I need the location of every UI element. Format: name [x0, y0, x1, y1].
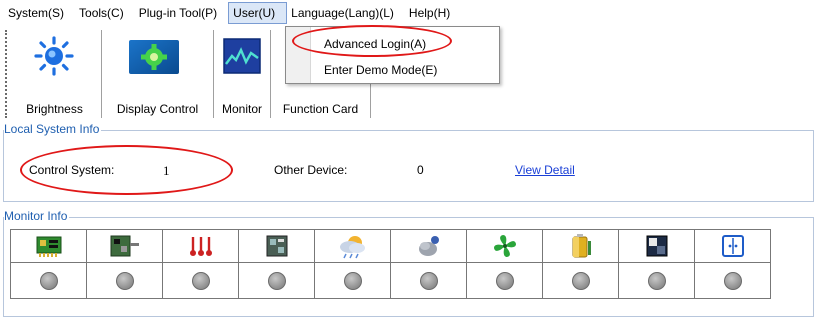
- control-system-label: Control System:: [29, 163, 115, 177]
- menu-user[interactable]: User(U): [228, 2, 288, 24]
- module-icon: [266, 235, 287, 257]
- menu-system[interactable]: System(S): [4, 2, 75, 24]
- toolbar-display-control-label: Display Control: [116, 102, 199, 116]
- monitor-cell-smoke[interactable]: [391, 230, 467, 263]
- status-indicator: [419, 271, 438, 290]
- status-cell: [619, 263, 695, 299]
- menu-language[interactable]: Language(Lang)(L): [287, 2, 405, 24]
- monitor-cell-sending-card[interactable]: [87, 230, 163, 263]
- toolbar-monitor-button[interactable]: Monitor: [214, 30, 271, 118]
- toolbar-function-card-label: Function Card: [282, 102, 359, 116]
- monitor-cell-module[interactable]: [239, 230, 315, 263]
- monitor-wave-icon: [223, 38, 261, 74]
- status-indicator: [343, 271, 362, 290]
- status-cell: [315, 263, 391, 299]
- control-system-value: 1: [163, 163, 170, 178]
- toolbar-display-control-button[interactable]: Display Control: [102, 30, 214, 118]
- status-cell: [695, 263, 771, 299]
- status-indicator: [39, 271, 58, 290]
- status-cell: [11, 263, 87, 299]
- monitor-grid: [10, 229, 771, 299]
- cabinet-door-icon: [646, 235, 667, 257]
- monitor-info-title: Monitor Info: [4, 209, 70, 223]
- toolbar-brightness-button[interactable]: Brightness: [8, 30, 102, 118]
- monitor-cell-receiving-card[interactable]: [11, 230, 87, 263]
- view-detail-link[interactable]: View Detail: [515, 163, 575, 177]
- status-indicator: [723, 271, 742, 290]
- other-device-value: 0: [417, 163, 424, 177]
- status-cell: [239, 263, 315, 299]
- status-cell: [543, 263, 619, 299]
- sending-card-icon: [110, 235, 139, 257]
- monitor-cell-power[interactable]: [543, 230, 619, 263]
- status-indicator: [647, 271, 666, 290]
- toolbar-brightness-label: Brightness: [26, 102, 83, 116]
- fan-icon: [493, 235, 516, 257]
- toolbar-monitor-label: Monitor: [221, 102, 262, 116]
- menu-plugin-tool[interactable]: Plug-in Tool(P): [135, 2, 228, 24]
- power-battery-icon: [572, 234, 591, 258]
- monitor-cell-fan[interactable]: [467, 230, 543, 263]
- temperature-icon: [189, 237, 212, 256]
- status-indicator: [495, 271, 514, 290]
- weather-humidity-icon: [339, 236, 365, 259]
- panel-icon: [721, 235, 744, 257]
- local-system-info-title: Local System Info: [4, 122, 102, 136]
- menu-tools[interactable]: Tools(C): [75, 2, 135, 24]
- monitor-cell-temperature[interactable]: [163, 230, 239, 263]
- status-indicator: [267, 271, 286, 290]
- status-cell: [87, 263, 163, 299]
- monitor-cell-panel[interactable]: [695, 230, 771, 263]
- brightness-sun-icon: [34, 36, 74, 76]
- menu-help[interactable]: Help(H): [405, 2, 461, 24]
- user-dropdown-menu: Advanced Login(A) Enter Demo Mode(E): [285, 26, 500, 84]
- status-cell: [391, 263, 467, 299]
- status-indicator: [571, 271, 590, 290]
- status-indicator: [191, 271, 210, 290]
- menu-bar: System(S) Tools(C) Plug-in Tool(P) User(…: [0, 0, 814, 26]
- monitor-cell-humidity[interactable]: [315, 230, 391, 263]
- other-device-label: Other Device:: [274, 163, 348, 177]
- status-indicator: [115, 271, 134, 290]
- status-cell: [163, 263, 239, 299]
- display-control-gear-icon: [129, 40, 179, 74]
- menu-item-advanced-login[interactable]: Advanced Login(A): [324, 37, 426, 51]
- status-cell: [467, 263, 543, 299]
- smoke-icon: [418, 236, 439, 256]
- receiving-card-icon: [36, 236, 61, 257]
- local-system-info-group: [3, 130, 814, 202]
- monitor-cell-cabinet-door[interactable]: [619, 230, 695, 263]
- menu-item-enter-demo-mode[interactable]: Enter Demo Mode(E): [324, 63, 437, 77]
